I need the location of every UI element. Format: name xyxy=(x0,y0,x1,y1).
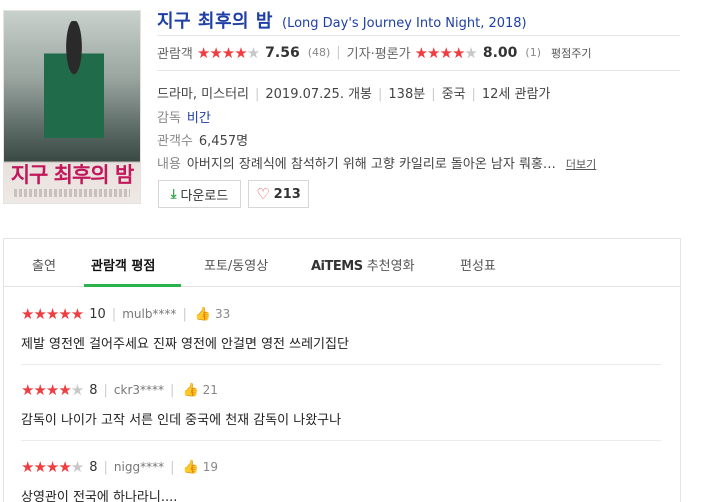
director-link[interactable]: 비간 xyxy=(187,111,211,126)
tab-photo-video[interactable]: 포토/동영상 xyxy=(204,255,268,274)
review-score: 8 xyxy=(89,382,98,398)
review-stars: ★★★★★ xyxy=(21,305,84,323)
review-item: ★★★★★ 8 | ckr3**** | 👍 21 감독이 나이가 고작 서른 … xyxy=(21,381,342,428)
divider xyxy=(21,440,661,441)
poster-figure xyxy=(44,21,104,151)
review-score: 10 xyxy=(89,306,106,322)
critic-rating-label: 기자·평론가 xyxy=(346,47,411,62)
summary-label: 내용 xyxy=(157,157,181,172)
audience-number: 6,457명 xyxy=(198,134,249,149)
tab-recommended-label: 추천영화 xyxy=(366,259,415,274)
review-text: 상영관이 전국에 하나라니.... xyxy=(21,490,178,502)
review-stars: ★★★★★ xyxy=(21,458,84,476)
director-label: 감독 xyxy=(157,111,181,126)
audience-stars: ★★★★★ xyxy=(196,43,260,62)
critic-score: 8.00 xyxy=(482,44,518,61)
poster-title: 지구 최후의 밤 xyxy=(10,163,135,187)
review-likes: 19 xyxy=(202,460,218,474)
movie-basic-info: 드라마, 미스터리 | 2019.07.25. 개봉 | 138분 | 중국 | 12세 관람가 xyxy=(157,87,551,102)
poster-credits xyxy=(14,189,130,197)
tab-audience-reviews[interactable]: 관람객 평점 xyxy=(91,255,155,274)
audience-rating-label: 관람객 xyxy=(157,47,193,62)
rate-button[interactable]: 평점주기 xyxy=(551,45,591,61)
critic-stars: ★★★★★ xyxy=(414,43,478,62)
age-rating: 12세 관람가 xyxy=(481,87,551,102)
review-text: 제발 영전엔 걸어주세요 진짜 영전에 안걸면 영전 쓰레기집단 xyxy=(21,337,349,352)
separator: | xyxy=(336,45,341,60)
movie-poster[interactable]: 지구 최후의 밤 xyxy=(3,10,141,204)
tab-schedule[interactable]: 편성표 xyxy=(460,255,496,274)
audience-number-label: 관객수 xyxy=(157,134,193,149)
movie-title-ko[interactable]: 지구 최후의 밤 xyxy=(157,11,273,32)
tab-bar: 출연 관람객 평점 포토/동영상 AiTEMS 추천영화 편성표 xyxy=(4,239,680,287)
audience-score: 7.56 xyxy=(265,44,300,61)
review-stars: ★★★★★ xyxy=(21,381,84,399)
audience-count: (48) xyxy=(307,46,331,59)
like-count: 213 xyxy=(273,186,301,202)
aitems-logo: AiTEMS xyxy=(311,259,363,274)
tab-cast[interactable]: 출연 xyxy=(32,255,56,274)
critic-count: (1) xyxy=(525,46,541,59)
country[interactable]: 중국 xyxy=(442,87,466,102)
movie-title[interactable]: 지구 최후의 밤 (Long Day's Journey Into Night,… xyxy=(157,7,527,33)
more-link[interactable]: 더보기 xyxy=(566,158,596,171)
review-user: nigg**** xyxy=(113,460,165,474)
review-likes: 33 xyxy=(215,307,231,321)
movie-title-en: (Long Day's Journey Into Night, 2018) xyxy=(282,16,527,31)
review-item: ★★★★★ 10 | mulb**** | 👍 33 제발 영전엔 걸어주세요 … xyxy=(21,305,349,352)
review-item: ★★★★★ 8 | nigg**** | 👍 19 상영관이 전국에 하나라니.… xyxy=(21,458,218,502)
divider xyxy=(21,364,661,365)
divider xyxy=(157,35,680,36)
thumbs-up-icon[interactable]: 👍 xyxy=(195,307,211,322)
download-label: 다운로드 xyxy=(180,188,229,204)
download-button[interactable]: ⤓ 다운로드 xyxy=(158,180,241,208)
summary-row: 내용 아버지의 장례식에 참석하기 위해 고향 카일리로 돌아온 남자 뤄홍… 더보… xyxy=(157,153,596,172)
download-icon: ⤓ xyxy=(170,186,177,202)
divider xyxy=(157,70,680,71)
review-user: mulb**** xyxy=(122,307,177,321)
runtime: 138분 xyxy=(388,87,426,102)
thumbs-up-icon[interactable]: 👍 xyxy=(182,383,198,398)
review-likes: 21 xyxy=(202,383,218,397)
release-date[interactable]: 2019.07.25. 개봉 xyxy=(265,87,372,102)
review-text: 감독이 나이가 고작 서른 인데 중국에 천재 감독이 나왔구나 xyxy=(21,413,342,428)
tab-recommended[interactable]: AiTEMS 추천영화 xyxy=(311,255,415,274)
director-row: 감독 비간 xyxy=(157,107,211,126)
like-button[interactable]: ♡ 213 xyxy=(248,180,309,208)
review-user: ckr3**** xyxy=(113,383,165,397)
thumbs-up-icon[interactable]: 👍 xyxy=(183,460,199,475)
active-tab-indicator xyxy=(84,284,181,287)
summary-text: 아버지의 장례식에 참석하기 위해 고향 카일리로 돌아온 남자 뤄홍… xyxy=(186,157,556,172)
rating-line: 관람객 ★★★★★ 7.56 (48) | 기자·평론가 ★★★★★ 8.00 … xyxy=(157,43,591,63)
genre[interactable]: 드라마, 미스터리 xyxy=(157,87,249,102)
heart-icon: ♡ xyxy=(256,185,270,203)
review-score: 8 xyxy=(89,459,98,475)
audience-number-row: 관객수 6,457명 xyxy=(157,130,248,149)
